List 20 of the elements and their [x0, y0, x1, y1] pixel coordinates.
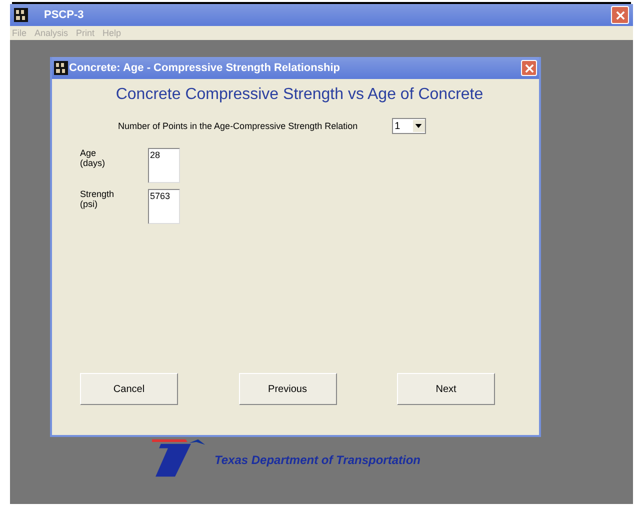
input-field[interactable]: 5763 — [148, 189, 180, 224]
caret-icon — [412, 120, 425, 132]
close-button[interactable] — [611, 6, 629, 24]
app-icon — [54, 61, 68, 75]
close-icon — [616, 10, 624, 20]
footer-text: Texas Department of Transportation — [214, 453, 421, 467]
dialog-title: Concrete: Age - Compressive Strength Relationship — [69, 62, 341, 74]
window-title: PSCP-3 — [44, 9, 85, 21]
field-label: Age (days) — [80, 148, 106, 170]
dialog-heading: Concrete Compressive Strength vs Age of Concrete — [114, 86, 484, 104]
app-icon — [14, 8, 28, 22]
dialog-button[interactable]: Cancel — [80, 373, 178, 405]
dialog-button[interactable]: Next — [397, 373, 495, 405]
close-button[interactable] — [521, 60, 537, 76]
input-field[interactable]: 28 — [148, 148, 180, 183]
dialog-button[interactable]: Previous — [238, 373, 336, 405]
field-label: Number of Points in the Age-Compressive Strength Relation — [118, 121, 358, 131]
close-icon — [524, 64, 534, 72]
points-dropdown[interactable]: 1 — [392, 118, 426, 134]
field-label: Strength (psi) — [80, 189, 116, 211]
